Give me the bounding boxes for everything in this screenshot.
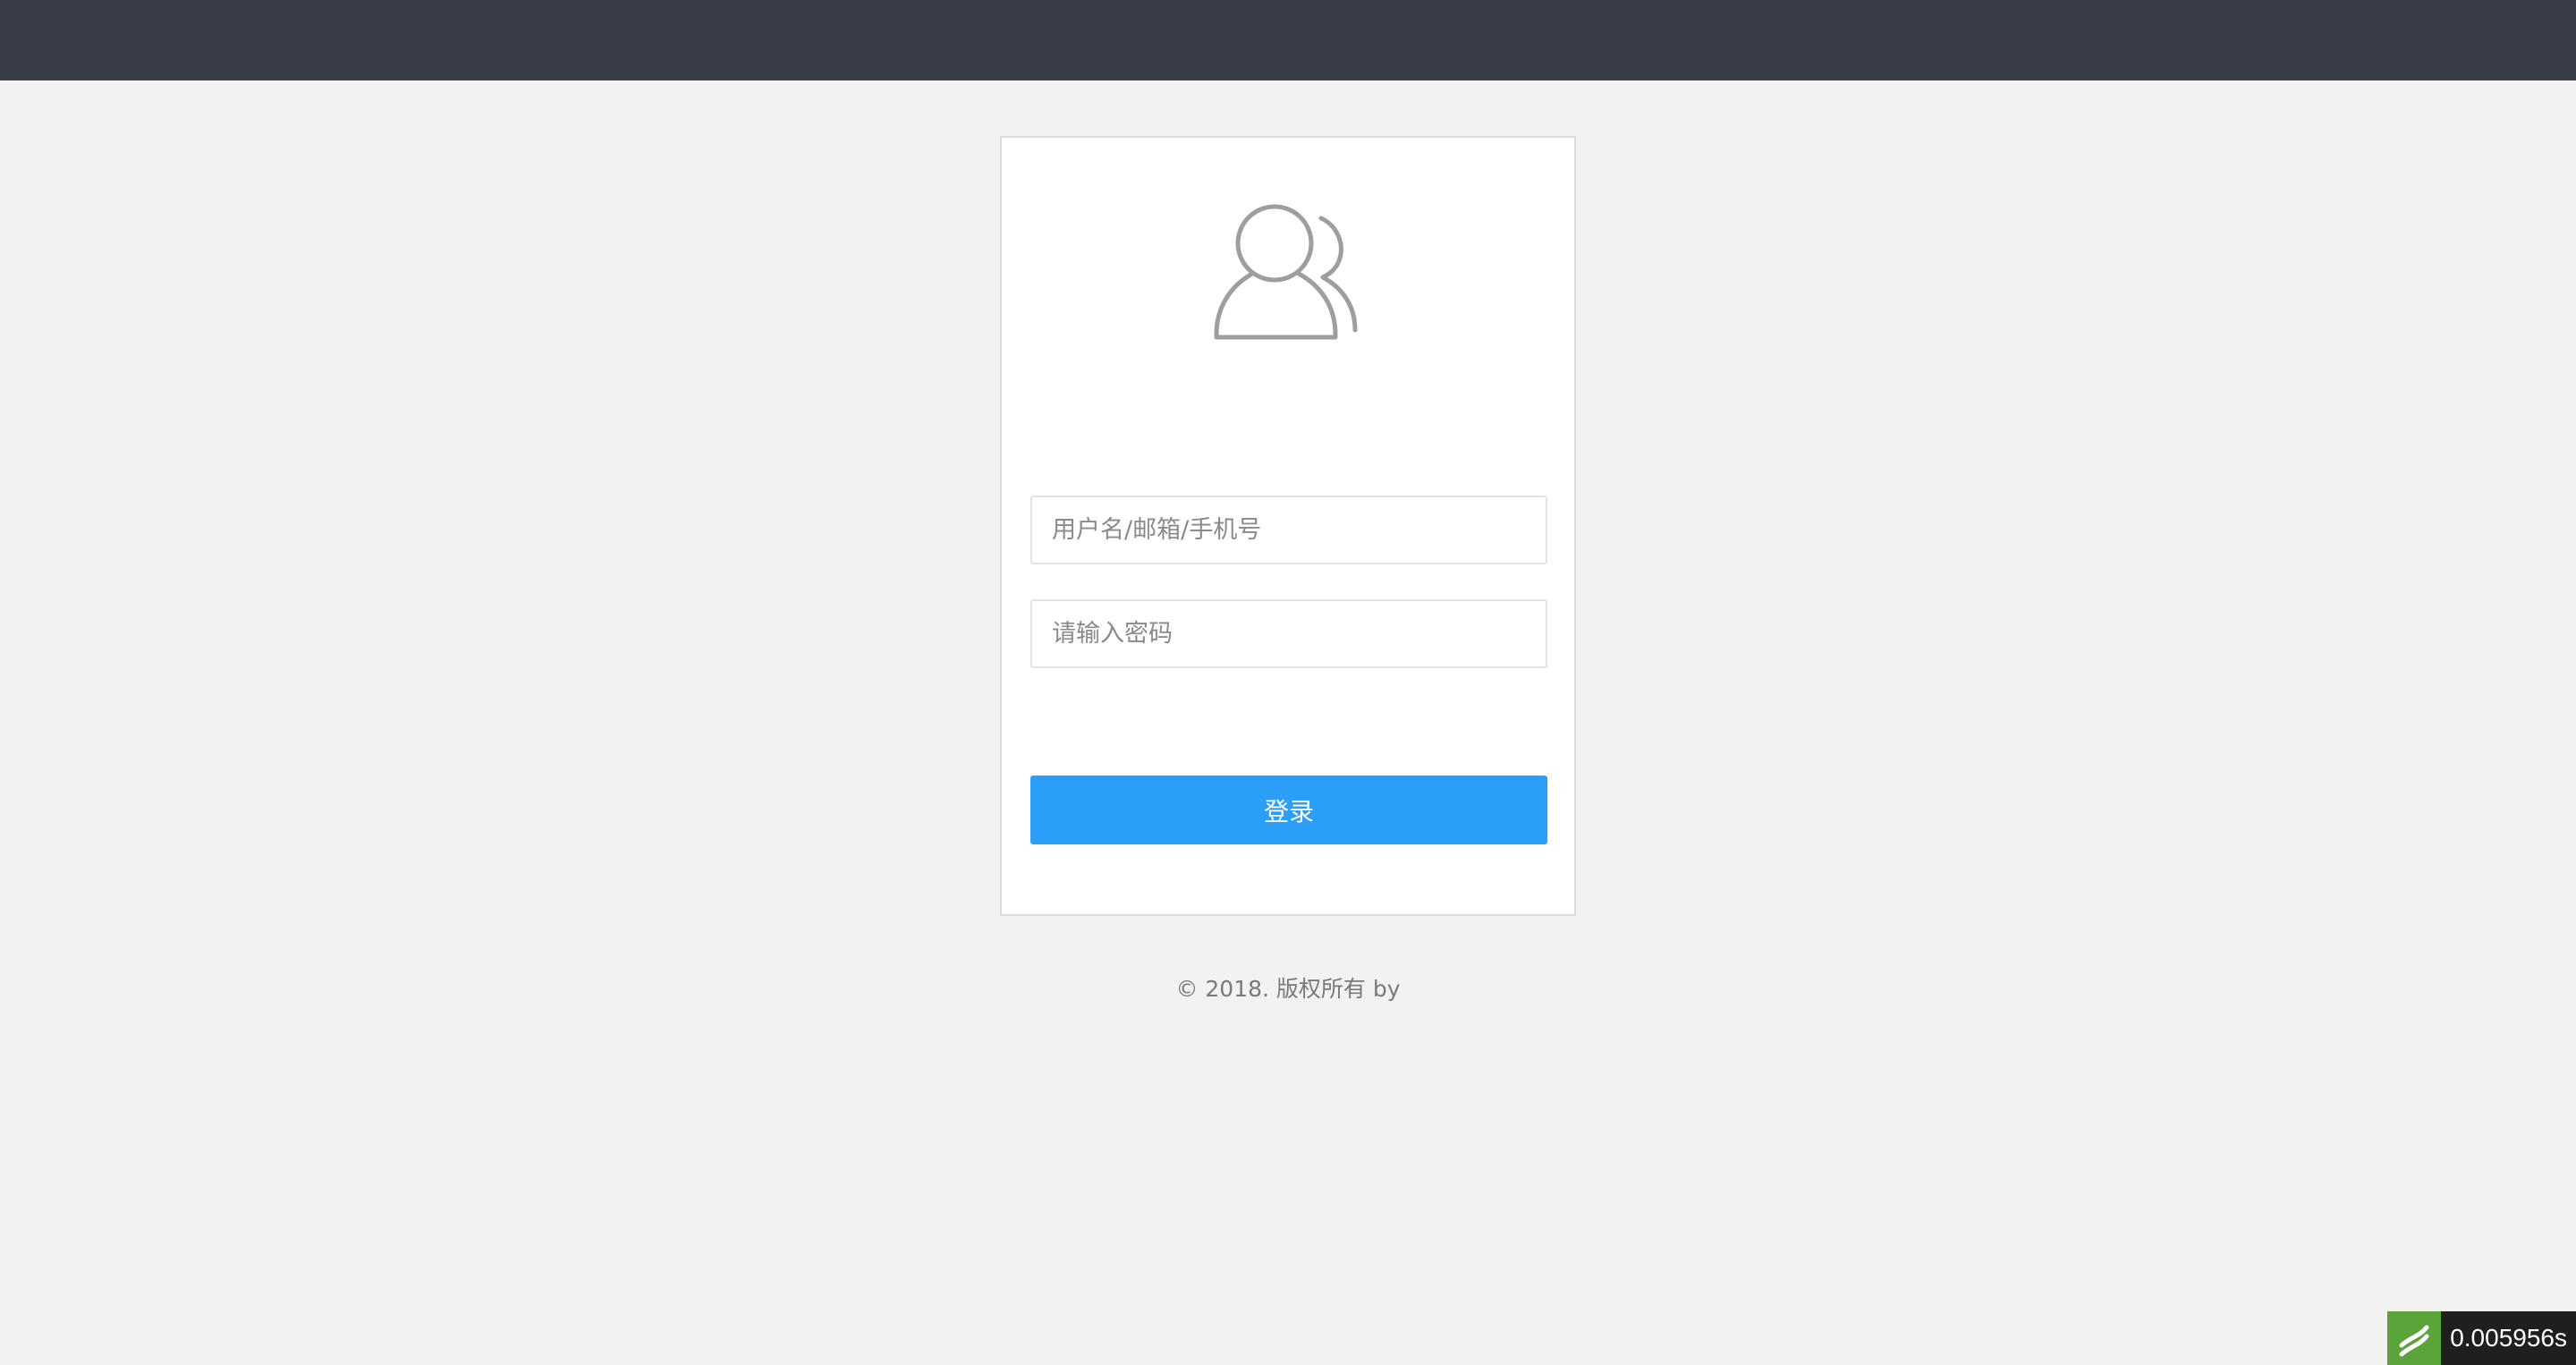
username-input[interactable] [1030, 496, 1547, 564]
execution-time-label: 0.005956s [2441, 1311, 2576, 1365]
login-card: 登录 [1000, 136, 1576, 916]
debug-trace-badge[interactable]: 0.005956s [2387, 1311, 2576, 1365]
trace-logo-icon [2387, 1311, 2442, 1365]
password-input[interactable] [1030, 599, 1547, 668]
top-navbar [0, 0, 2576, 81]
users-icon [1212, 200, 1368, 343]
login-button[interactable]: 登录 [1030, 776, 1547, 844]
copyright-footer: © 2018. 版权所有 by [1175, 976, 1401, 1002]
